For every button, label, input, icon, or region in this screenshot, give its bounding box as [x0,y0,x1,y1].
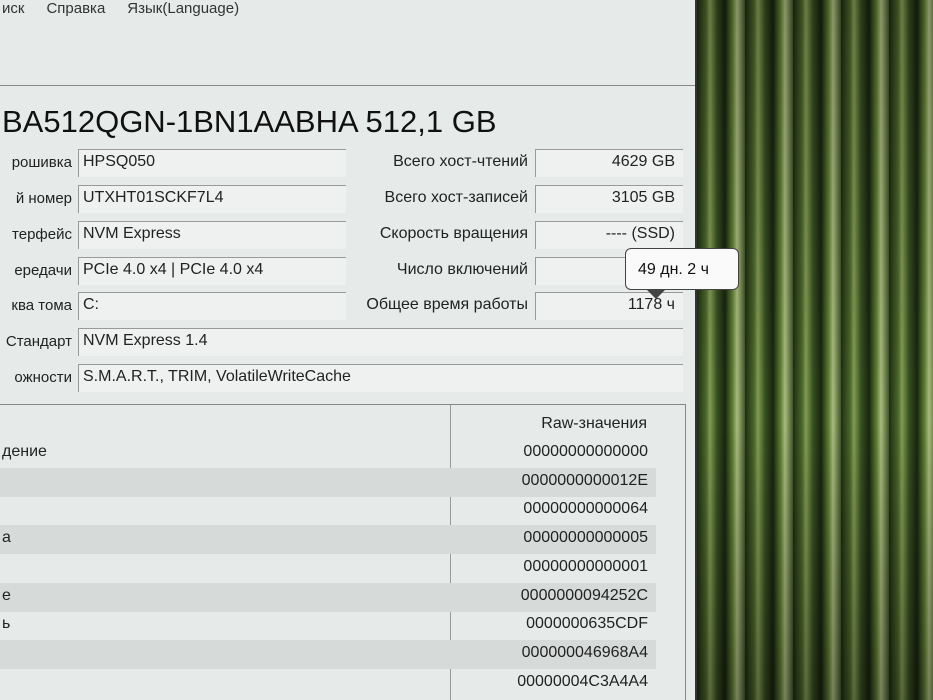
raw-value: 00000000000001 [523,557,648,575]
field-value: S.M.A.R.T., TRIM, VolatileWriteCache [78,364,683,392]
field-label: ередачи [14,262,72,279]
table-row[interactable]: 00000000000064 [0,496,656,525]
attribute-name: дение [2,443,47,460]
desktop-wallpaper [697,0,933,700]
table-row[interactable]: 000000046968A4 [0,639,656,669]
raw-value: 0000000635CDF [526,615,648,633]
raw-value: 00000004C3A4A4 [517,672,648,690]
field-label: терфейс [12,226,72,243]
attribute-name: ь [2,615,11,633]
raw-value: 000000046968A4 [521,643,648,661]
divider [0,85,695,86]
attribute-name: е [2,586,11,604]
raw-value: 0000000000012E [521,471,648,489]
menu-help[interactable]: Справка [46,0,105,17]
table-row[interactable]: 0000000000012E [0,467,656,497]
drive-title: BA512QGN-1BN1AABHA 512,1 GB [2,104,497,139]
attribute-name: а [2,529,11,547]
raw-value: 00000000000000 [523,443,648,460]
field-label: ква тома [11,297,72,314]
field-label: Скорость вращения [379,225,528,242]
crystaldiskinfo-window: иск Справка Язык(Language) BA512QGN-1BN1… [0,0,739,700]
field-value: HPSQ050 [78,149,346,177]
field-label: Всего хост-чтений [393,153,528,170]
field-value: UTXHT01SCKF7L4 [78,185,346,213]
tooltip: 49 дн. 2 ч [625,248,739,299]
field-label: Стандарт [5,333,72,350]
table-row[interactable]: ь 0000000635CDF [0,611,656,640]
field-value: 3105 GB [535,185,683,213]
menu-disk[interactable]: иск [2,0,24,17]
menu-language[interactable]: Язык(Language) [127,0,239,17]
table-row[interactable]: дение 00000000000000 [0,439,656,468]
field-value: ---- (SSD) [535,221,683,249]
table-row[interactable]: 00000004C3A4A4 [0,669,656,698]
field-label: Всего хост-записей [384,189,528,206]
field-label: ожности [14,369,72,386]
field-label: й номер [15,190,72,207]
menu-bar: иск Справка Язык(Language) [2,0,239,17]
table-row[interactable]: е 0000000094252C [0,582,656,612]
raw-values-header[interactable]: Raw-значения [541,415,647,433]
raw-value: 00000000000005 [523,529,648,547]
table-row[interactable]: 00000000000001 [0,554,656,583]
field-value: NVM Express [78,221,346,249]
field-value: 4629 GB [535,149,683,177]
field-label: Общее время работы [366,296,528,313]
raw-value: 00000000000064 [523,500,648,518]
raw-value: 0000000094252C [520,586,648,604]
field-value: PCIe 4.0 x4 | PCIe 4.0 x4 [78,257,346,285]
field-value: C: [78,292,346,320]
smart-table: Raw-значения дение 00000000000000 00000000… [0,404,686,700]
field-label: Число включений [396,261,528,278]
table-row[interactable]: а 00000000000005 [0,525,656,555]
field-label: рошивка [11,154,72,171]
field-value: NVM Express 1.4 [78,328,683,356]
